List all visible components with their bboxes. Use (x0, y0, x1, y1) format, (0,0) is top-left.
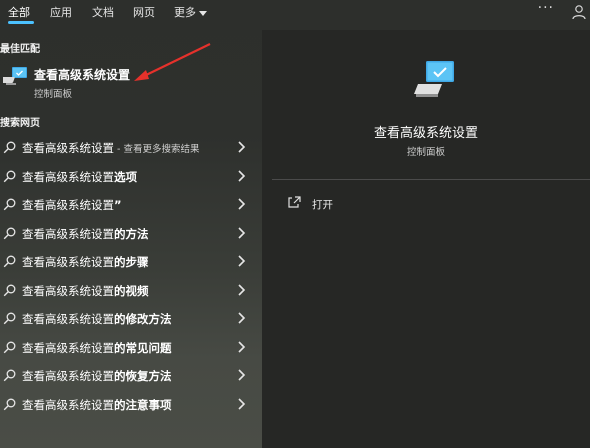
web-result-suffix: 的注意事项 (114, 397, 172, 412)
web-result-row[interactable]: 查看高级系统设置的视频 (0, 277, 258, 305)
search-icon (3, 398, 16, 410)
more-options-button[interactable]: ··· (538, 0, 554, 16)
chevron-right-icon (238, 397, 246, 410)
web-result-text: 查看高级系统设置的常见问题 (22, 340, 172, 356)
tab-documents[interactable]: 文档 (92, 4, 114, 20)
web-result-suffix: 的修改方法 (114, 312, 172, 326)
search-icon (3, 341, 16, 353)
web-search-heading: 搜索网页 (0, 118, 40, 129)
web-result-text: 查看高级系统设置的步骤 (22, 254, 149, 270)
search-tab-bar: 全部 应用 文档 网页 更多 ··· (0, 0, 590, 24)
open-action-label: 打开 (312, 199, 333, 211)
search-icon (3, 141, 16, 154)
web-result-row[interactable]: 查看高级系统设置的修改方法 (0, 305, 258, 333)
detail-pane: 查看高级系统设置 控制面板 打开 (262, 30, 590, 448)
chevron-right-icon (238, 283, 246, 296)
search-icon (3, 312, 16, 325)
detail-subtitle: 控制面板 (406, 147, 445, 158)
web-result-text: 查看高级系统设置的视频 (22, 283, 149, 299)
search-icon (3, 284, 16, 296)
web-result-hint: - 查看更多搜索结果 (114, 144, 200, 155)
chevron-right-icon (238, 369, 246, 381)
best-match-item[interactable]: 查看高级系统设置 控制面板 (0, 58, 258, 102)
chevron-right-icon (238, 226, 246, 239)
web-result-text: 查看高级系统设置的恢复方法 (22, 368, 172, 384)
web-result-query: 查看高级系统设置 (22, 169, 114, 184)
search-icon (3, 369, 16, 382)
tab-more-label: 更多 (174, 6, 196, 19)
web-result-row[interactable]: 查看高级系统设置的恢复方法 (0, 362, 258, 390)
web-result-query: 查看高级系统设置 (22, 283, 114, 298)
account-icon[interactable] (572, 4, 586, 20)
web-result-query: 查看高级系统设置 (22, 397, 114, 412)
chevron-right-icon (238, 312, 246, 324)
web-result-text: 查看高级系统设置的修改方法 (22, 311, 172, 327)
web-result-suffix: 的恢复方法 (114, 369, 172, 383)
web-result-row[interactable]: 查看高级系统设置 - 查看更多搜索结果 (0, 134, 258, 162)
web-result-suffix: 的方法 (114, 226, 149, 241)
tab-web[interactable]: 网页 (133, 4, 155, 20)
web-result-row[interactable]: 查看高级系统设置选项 (0, 163, 258, 191)
search-icon (3, 255, 16, 268)
detail-title: 查看高级系统设置 (373, 126, 478, 141)
chevron-right-icon (238, 198, 246, 210)
web-result-suffix: 的常见问题 (114, 340, 172, 355)
system-settings-large-icon (414, 61, 454, 97)
web-result-query: 查看高级系统设置 (22, 255, 114, 269)
web-result-query: 查看高级系统设置 (22, 141, 114, 155)
open-action[interactable]: 打开 (284, 194, 484, 214)
best-match-title: 查看高级系统设置 (34, 68, 131, 82)
detail-divider (272, 179, 590, 180)
chevron-right-icon (238, 340, 246, 353)
web-result-suffix: 的视频 (114, 283, 149, 298)
web-result-query: 查看高级系统设置 (22, 226, 114, 241)
web-result-query: 查看高级系统设置 (22, 340, 114, 355)
web-result-suffix: 选项 (114, 169, 137, 184)
web-result-text: 查看高级系统设置选项 (22, 169, 137, 185)
best-match-subtitle: 控制面板 (34, 89, 73, 100)
search-icon (3, 227, 16, 239)
system-settings-icon (3, 67, 27, 85)
web-result-text: 查看高级系统设置的方法 (22, 226, 149, 242)
tab-apps[interactable]: 应用 (50, 4, 72, 20)
web-result-row[interactable]: 查看高级系统设置” (0, 191, 258, 219)
search-icon (3, 198, 16, 211)
web-result-text: 查看高级系统设置 - 查看更多搜索结果 (22, 140, 199, 156)
web-result-text: 查看高级系统设置” (22, 197, 122, 213)
web-result-query: 查看高级系统设置 (22, 369, 114, 383)
web-result-text: 查看高级系统设置的注意事项 (22, 397, 172, 413)
web-result-row[interactable]: 查看高级系统设置的注意事项 (0, 391, 258, 419)
chevron-down-icon (199, 10, 207, 16)
web-result-query: 查看高级系统设置 (22, 198, 114, 212)
chevron-right-icon (238, 255, 246, 267)
active-tab-indicator (8, 21, 34, 24)
web-result-suffix: 的步骤 (114, 255, 149, 269)
best-match-heading: 最佳匹配 (0, 44, 40, 55)
web-result-query: 查看高级系统设置 (22, 312, 114, 326)
open-external-icon (288, 196, 301, 208)
web-result-row[interactable]: 查看高级系统设置的步骤 (0, 248, 258, 276)
tab-more[interactable]: 更多 (174, 4, 207, 20)
web-result-row[interactable]: 查看高级系统设置的方法 (0, 220, 258, 248)
search-icon (3, 170, 16, 182)
web-result-row[interactable]: 查看高级系统设置的常见问题 (0, 334, 258, 362)
tab-all[interactable]: 全部 (8, 4, 30, 20)
chevron-right-icon (238, 169, 246, 182)
web-result-suffix: ” (114, 198, 122, 212)
chevron-right-icon (238, 141, 246, 153)
